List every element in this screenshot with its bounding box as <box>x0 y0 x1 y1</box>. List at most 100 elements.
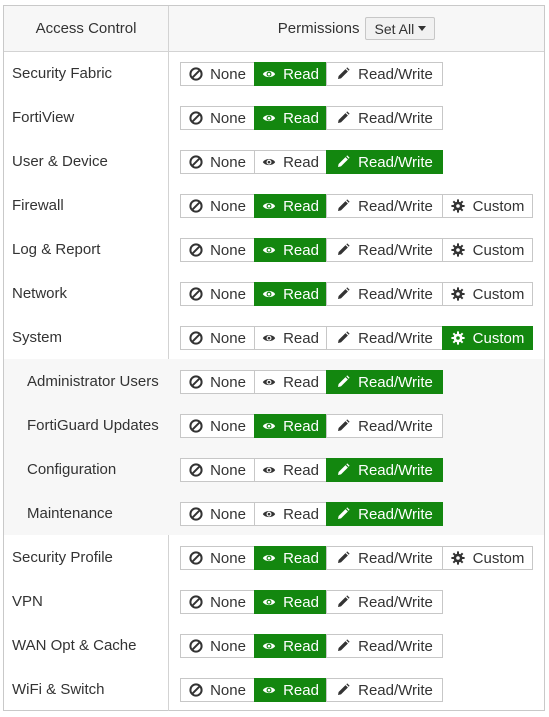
ban-icon <box>189 67 203 81</box>
none-button[interactable]: None <box>180 106 255 130</box>
none-label: None <box>210 153 246 171</box>
permission-button-group: None Read Read/Write Custom <box>180 326 533 350</box>
none-button[interactable]: None <box>180 238 255 262</box>
read-button[interactable]: Read <box>254 634 327 658</box>
eye-icon <box>262 595 276 609</box>
read-write-button[interactable]: Read/Write <box>326 414 443 438</box>
none-button[interactable]: None <box>180 634 255 658</box>
none-label: None <box>210 241 246 259</box>
ban-icon <box>189 199 203 213</box>
row-label: Security Fabric <box>12 64 113 82</box>
permissions-label: Permissions <box>277 20 360 37</box>
custom-button[interactable]: Custom <box>442 194 533 218</box>
set-all-dropdown[interactable]: Set All <box>365 17 436 40</box>
permission-row: WAN Opt & Cache None Read Read/Write <box>4 623 544 667</box>
permission-row: Maintenance None Read Read/Write <box>4 491 544 535</box>
none-button[interactable]: None <box>180 326 255 350</box>
read-write-button[interactable]: Read/Write <box>326 150 443 174</box>
ban-icon <box>189 419 203 433</box>
none-button[interactable]: None <box>180 414 255 438</box>
read-label: Read <box>283 153 319 171</box>
custom-button[interactable]: Custom <box>442 238 533 262</box>
read-write-button[interactable]: Read/Write <box>326 634 443 658</box>
gear-icon <box>451 243 465 257</box>
custom-button[interactable]: Custom <box>442 326 533 350</box>
eye-icon <box>262 639 276 653</box>
row-label: WiFi & Switch <box>12 680 105 698</box>
read-button[interactable]: Read <box>254 238 327 262</box>
table-header: Access Control Permissions Set All <box>4 6 544 52</box>
none-button[interactable]: None <box>180 678 255 702</box>
read-write-button[interactable]: Read/Write <box>326 590 443 614</box>
permission-row: Log & Report None Read Read/Write Custom <box>4 227 544 271</box>
none-button[interactable]: None <box>180 282 255 306</box>
read-button[interactable]: Read <box>254 62 327 86</box>
read-write-label: Read/Write <box>358 109 433 127</box>
none-button[interactable]: None <box>180 370 255 394</box>
permission-button-group: None Read Read/Write <box>180 62 443 86</box>
read-write-button[interactable]: Read/Write <box>326 326 443 350</box>
row-label: System <box>12 328 63 346</box>
row-label: VPN <box>12 592 43 610</box>
read-button[interactable]: Read <box>254 590 327 614</box>
gear-icon <box>451 551 465 565</box>
none-label: None <box>210 285 246 303</box>
none-button[interactable]: None <box>180 150 255 174</box>
none-label: None <box>210 109 246 127</box>
read-label: Read <box>283 373 319 391</box>
custom-label: Custom <box>472 285 525 303</box>
read-write-label: Read/Write <box>358 637 433 655</box>
read-write-button[interactable]: Read/Write <box>326 62 443 86</box>
eye-icon <box>262 375 276 389</box>
eye-icon <box>262 67 276 81</box>
read-write-button[interactable]: Read/Write <box>326 194 443 218</box>
row-label: User & Device <box>12 152 108 170</box>
read-button[interactable]: Read <box>254 546 327 570</box>
eye-icon <box>262 331 276 345</box>
read-write-button[interactable]: Read/Write <box>326 458 443 482</box>
row-label: Maintenance <box>27 504 113 522</box>
read-write-button[interactable]: Read/Write <box>326 678 443 702</box>
none-button[interactable]: None <box>180 62 255 86</box>
custom-button[interactable]: Custom <box>442 282 533 306</box>
read-write-button[interactable]: Read/Write <box>326 546 443 570</box>
pencil-icon <box>336 111 350 125</box>
read-button[interactable]: Read <box>254 194 327 218</box>
read-button[interactable]: Read <box>254 458 327 482</box>
ban-icon <box>189 639 203 653</box>
read-write-button[interactable]: Read/Write <box>326 238 443 262</box>
row-label: Administrator Users <box>27 372 159 390</box>
custom-label: Custom <box>472 549 525 567</box>
custom-label: Custom <box>472 241 525 259</box>
read-label: Read <box>283 505 319 523</box>
read-write-button[interactable]: Read/Write <box>326 282 443 306</box>
read-write-button[interactable]: Read/Write <box>326 502 443 526</box>
read-button[interactable]: Read <box>254 678 327 702</box>
none-button[interactable]: None <box>180 194 255 218</box>
read-button[interactable]: Read <box>254 370 327 394</box>
permission-row: Administrator Users None Read Read/Write <box>4 359 544 403</box>
read-write-button[interactable]: Read/Write <box>326 106 443 130</box>
permission-row: Security Profile None Read Read/Write Custom <box>4 535 544 579</box>
read-label: Read <box>283 65 319 83</box>
none-button[interactable]: None <box>180 546 255 570</box>
custom-button[interactable]: Custom <box>442 546 533 570</box>
permission-button-group: None Read Read/Write Custom <box>180 546 533 570</box>
permission-button-group: None Read Read/Write <box>180 370 443 394</box>
caret-down-icon <box>418 26 427 31</box>
read-button[interactable]: Read <box>254 106 327 130</box>
permission-button-group: None Read Read/Write Custom <box>180 282 533 306</box>
read-button[interactable]: Read <box>254 502 327 526</box>
none-button[interactable]: None <box>180 590 255 614</box>
read-button[interactable]: Read <box>254 282 327 306</box>
row-label: FortiView <box>12 108 75 126</box>
none-button[interactable]: None <box>180 458 255 482</box>
permission-button-group: None Read Read/Write <box>180 678 443 702</box>
read-write-label: Read/Write <box>358 461 433 479</box>
none-button[interactable]: None <box>180 502 255 526</box>
read-button[interactable]: Read <box>254 326 327 350</box>
read-write-button[interactable]: Read/Write <box>326 370 443 394</box>
read-write-label: Read/Write <box>358 241 433 259</box>
read-button[interactable]: Read <box>254 150 327 174</box>
read-button[interactable]: Read <box>254 414 327 438</box>
